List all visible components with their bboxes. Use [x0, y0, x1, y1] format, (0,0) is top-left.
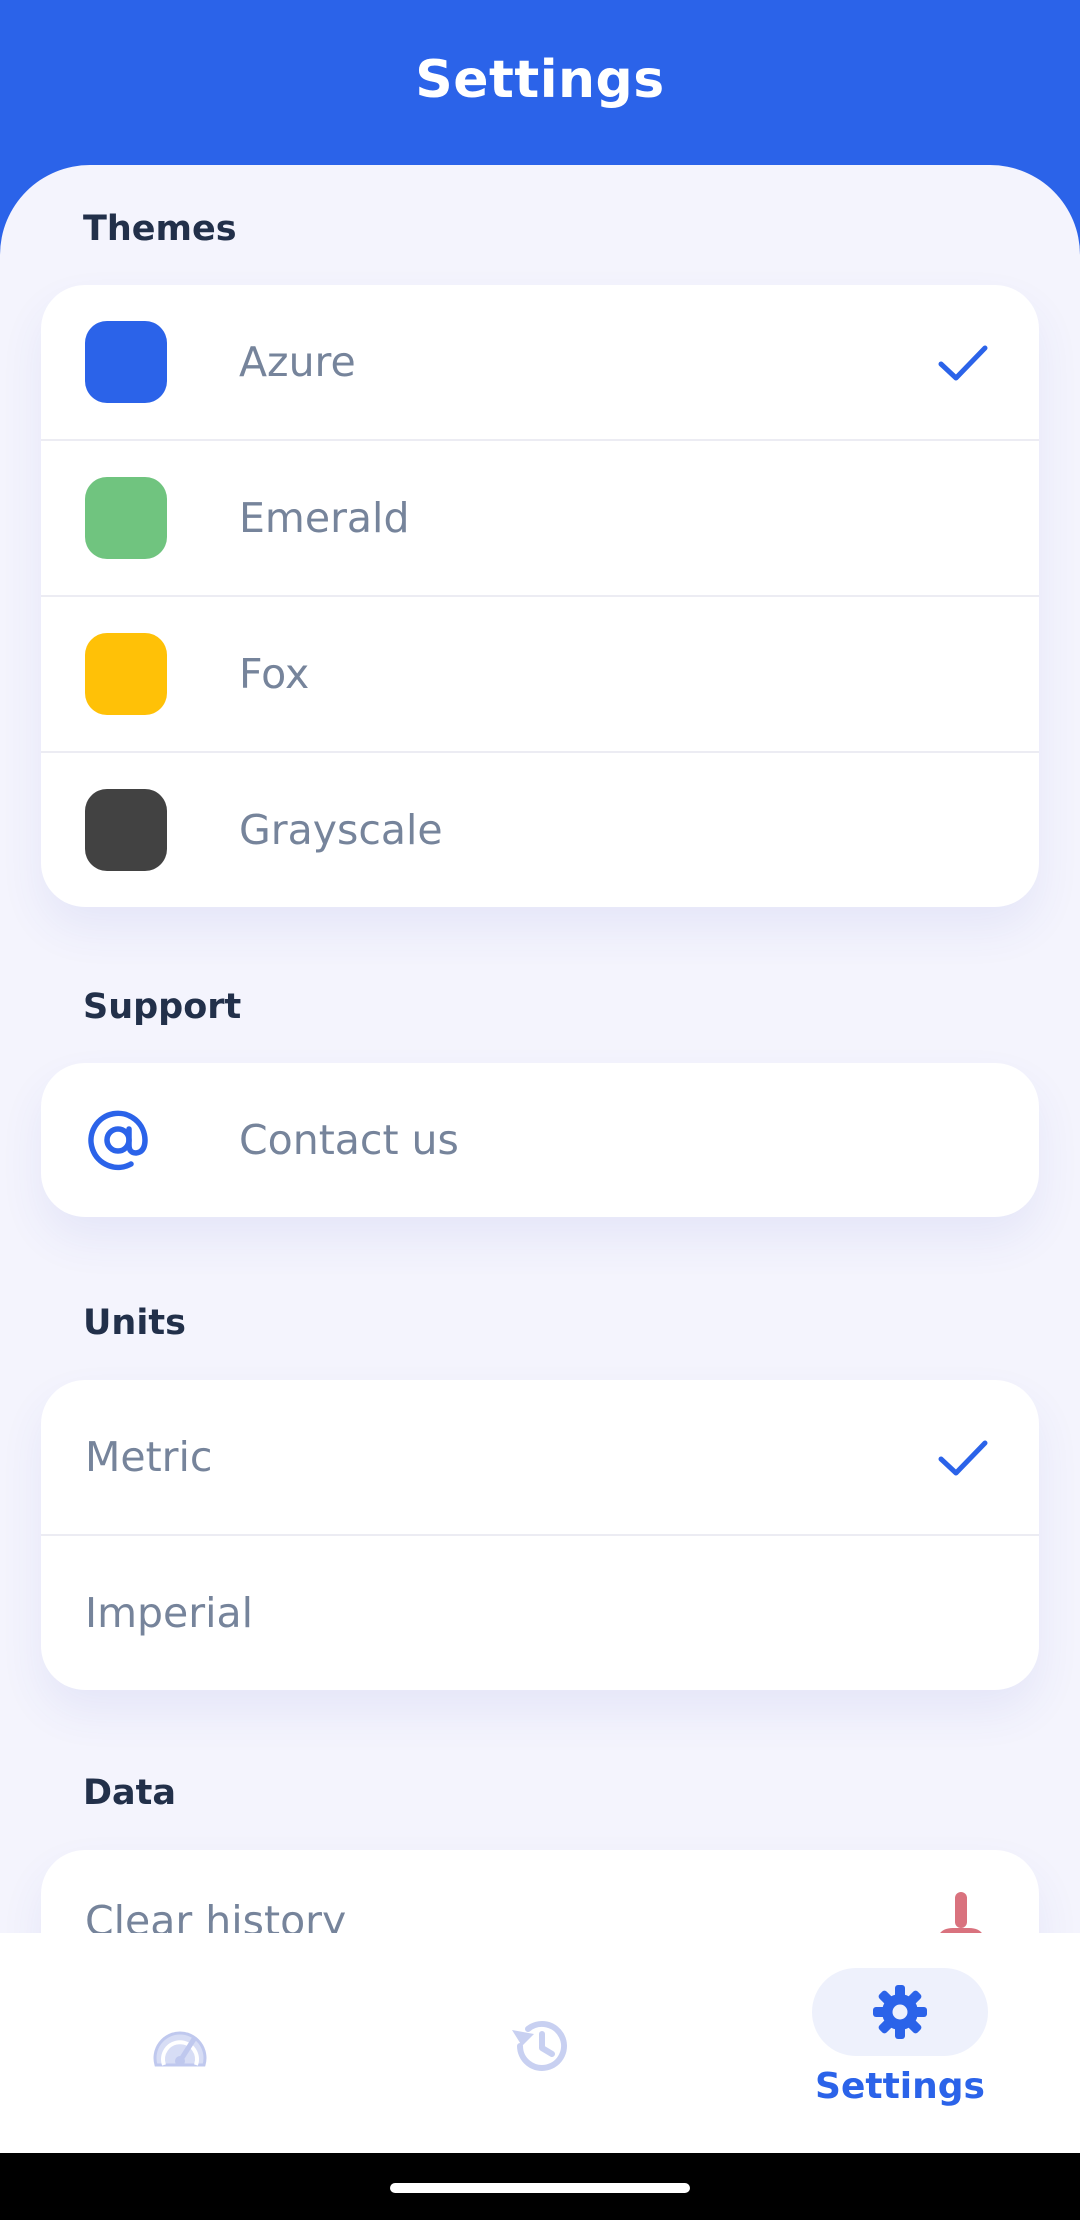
color-swatch-grayscale: [85, 789, 167, 871]
section-title-themes: Themes: [83, 209, 237, 249]
settings-content[interactable]: Themes Azure Emerald Fox Grayscale Suppo…: [0, 165, 1080, 1935]
theme-option-emerald[interactable]: Emerald: [41, 439, 1039, 595]
brush-icon[interactable]: [933, 1890, 989, 1935]
checkmark-icon: [938, 345, 988, 381]
unit-label: Metric: [85, 1433, 213, 1481]
unit-option-imperial[interactable]: Imperial: [41, 1534, 1039, 1690]
speedometer-icon[interactable]: [150, 2021, 210, 2071]
theme-label: Fox: [239, 650, 310, 698]
themes-card: Azure Emerald Fox Grayscale: [41, 285, 1039, 907]
home-indicator[interactable]: [390, 2183, 690, 2193]
color-swatch-emerald: [85, 477, 167, 559]
unit-label: Imperial: [85, 1589, 254, 1637]
theme-label: Grayscale: [239, 806, 443, 854]
color-swatch-fox: [85, 633, 167, 715]
app-header: Settings: [0, 0, 1080, 170]
page-title: Settings: [415, 50, 665, 110]
history-icon[interactable]: [508, 2016, 572, 2076]
clear-history-label: Clear history: [85, 1897, 347, 1935]
theme-option-grayscale[interactable]: Grayscale: [41, 751, 1039, 907]
contact-us-row[interactable]: Contact us: [41, 1063, 1039, 1217]
section-title-data: Data: [83, 1773, 177, 1813]
theme-option-fox[interactable]: Fox: [41, 595, 1039, 751]
color-swatch-azure: [85, 321, 167, 403]
theme-label: Azure: [239, 338, 356, 386]
theme-option-azure[interactable]: Azure: [41, 285, 1039, 439]
checkmark-icon: [938, 1440, 988, 1476]
nav-label-settings: Settings: [815, 2066, 985, 2107]
theme-label: Emerald: [239, 494, 410, 542]
data-card: Clear history: [41, 1850, 1039, 1935]
at-icon: [88, 1110, 148, 1171]
clear-history-row[interactable]: Clear history: [41, 1850, 1039, 1935]
system-navigation-bar: [0, 2153, 1080, 2220]
unit-option-metric[interactable]: Metric: [41, 1380, 1039, 1534]
units-card: Metric Imperial: [41, 1380, 1039, 1690]
support-card: Contact us: [41, 1063, 1039, 1217]
section-title-units: Units: [83, 1303, 186, 1343]
contact-us-label: Contact us: [239, 1116, 459, 1164]
bottom-navigation: Settings: [0, 1933, 1080, 2153]
gear-icon: [873, 1985, 927, 2039]
section-title-support: Support: [83, 987, 242, 1027]
